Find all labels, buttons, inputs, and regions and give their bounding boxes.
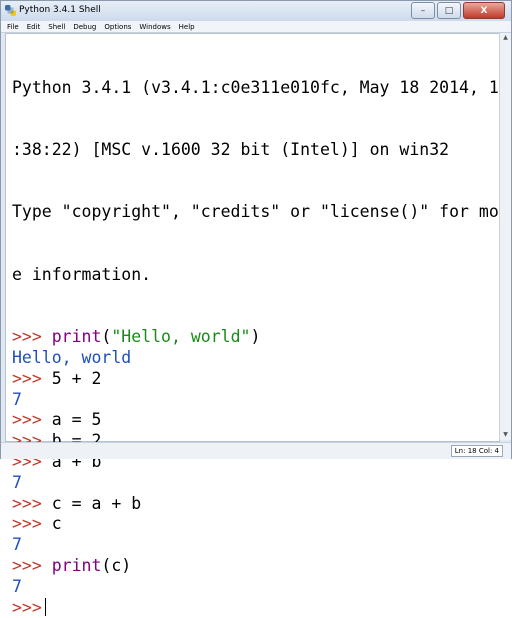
- banner-line: Python 3.4.1 (v3.4.1:c0e311e010fc, May 1…: [12, 77, 509, 97]
- prompt: >>>: [12, 597, 42, 617]
- keyword-token: print: [51, 555, 102, 575]
- close-button[interactable]: X: [463, 2, 505, 19]
- prompt: >>>: [12, 555, 42, 575]
- menu-help[interactable]: Help: [179, 23, 195, 31]
- scroll-down-arrow-icon[interactable]: ▼: [500, 430, 511, 440]
- output-line: 7: [12, 535, 509, 556]
- input-prompt-line: >>>: [12, 597, 509, 618]
- menu-debug[interactable]: Debug: [73, 23, 96, 31]
- code-token: a = 5: [51, 410, 102, 430]
- code-token: ): [250, 327, 261, 347]
- menu-shell[interactable]: Shell: [48, 23, 65, 31]
- menu-edit[interactable]: Edit: [27, 23, 41, 31]
- input-line: >>> print("Hello, world"): [12, 327, 509, 348]
- title-bar[interactable]: Python 3.4.1 Shell – □ X: [1, 1, 511, 21]
- prompt: >>>: [12, 493, 42, 513]
- scroll-up-arrow-icon[interactable]: ▲: [500, 33, 511, 43]
- input-line: >>> a = 5: [12, 410, 509, 431]
- code-token: (: [101, 327, 112, 347]
- menu-options[interactable]: Options: [104, 23, 131, 31]
- menu-windows[interactable]: Windows: [139, 23, 170, 31]
- vertical-scrollbar[interactable]: ▲ ▼: [499, 33, 511, 440]
- cursor-position: Ln: 18 Col: 4: [450, 445, 503, 457]
- code-token: c: [51, 514, 62, 534]
- output-text: 7: [12, 472, 22, 492]
- output-line: Hello, world: [12, 348, 509, 369]
- string-token: "Hello, world": [111, 327, 251, 347]
- output-text: 7: [12, 576, 22, 596]
- prompt: >>>: [12, 410, 42, 430]
- output-text: 7: [12, 535, 22, 555]
- python-icon: [5, 5, 16, 16]
- banner-line: Type "copyright", "credits" or "license(…: [12, 202, 509, 222]
- text-cursor: [44, 597, 46, 616]
- input-line: >>> c: [12, 514, 509, 535]
- output-line: 7: [12, 390, 509, 411]
- keyword-token: print: [51, 327, 102, 347]
- prompt: >>>: [12, 514, 42, 534]
- code-token: (c): [101, 555, 132, 575]
- shell-output: Python 3.4.1 (v3.4.1:c0e311e010fc, May 1…: [12, 36, 509, 618]
- shell-window: Python 3.4.1 Shell – □ X File Edit Shell…: [0, 0, 512, 617]
- status-bar: Ln: 18 Col: 4: [1, 442, 511, 459]
- input-line: >>> 5 + 2: [12, 369, 509, 390]
- output-line: 7: [12, 577, 509, 598]
- output-text: 7: [12, 389, 22, 409]
- banner-line: :38:22) [MSC v.1600 32 bit (Intel)] on w…: [12, 139, 450, 159]
- minimize-button[interactable]: –: [411, 2, 435, 19]
- menu-bar: File Edit Shell Debug Options Windows He…: [1, 21, 511, 33]
- output-text: Hello, world: [12, 347, 132, 367]
- prompt: >>>: [12, 368, 42, 388]
- window-title: Python 3.4.1 Shell: [19, 5, 101, 15]
- maximize-button[interactable]: □: [437, 2, 461, 19]
- banner-line: e information.: [12, 264, 152, 284]
- input-line: >>> print(c): [12, 556, 509, 577]
- menu-file[interactable]: File: [7, 23, 19, 31]
- code-token: 5 + 2: [51, 368, 102, 388]
- input-line: >>> c = a + b: [12, 494, 509, 515]
- prompt: >>>: [12, 327, 42, 347]
- code-token: c = a + b: [51, 493, 142, 513]
- window-controls: – □ X: [409, 2, 505, 19]
- output-line: 7: [12, 473, 509, 494]
- shell-text-area[interactable]: Python 3.4.1 (v3.4.1:c0e311e010fc, May 1…: [5, 33, 509, 617]
